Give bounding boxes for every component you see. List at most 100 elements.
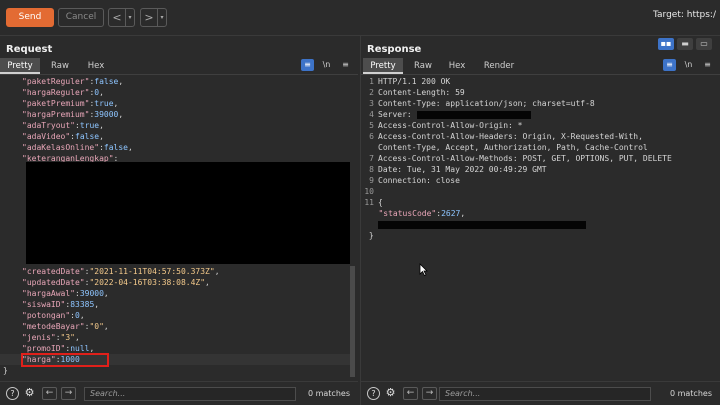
line-number: 10 [364,187,374,196]
top-toolbar: Send Cancel < ▾ > ▾ Target: https:/ [0,0,720,36]
response-tab-render[interactable]: Render [479,58,519,74]
settings-icon[interactable]: ⚙ [23,387,36,400]
response-search-input[interactable]: Search... [439,387,651,401]
request-tab-hex[interactable]: Hex [80,58,112,74]
back-arrow-icon[interactable]: ← [42,387,57,400]
response-redacted-line [361,219,720,230]
menu-icon[interactable]: ≡ [701,59,714,71]
response-status-line: "statusCode":2627, [378,209,466,218]
json-key: "adaTryout" [22,121,75,130]
request-search-input[interactable]: Search... [84,387,296,401]
request-scrollbar[interactable] [350,266,355,377]
back-dropdown-icon[interactable]: ▾ [125,9,134,26]
line-number: 7 [369,154,374,163]
forward-arrow-icon[interactable]: → [61,387,76,400]
response-line-text: Content-Length: 59 [378,88,465,97]
redacted-block [416,110,531,119]
response-line: 11 { [361,197,720,208]
json-comma: , [99,121,104,130]
status-value: 2627 [441,209,461,218]
json-comma: , [113,99,119,108]
layout-icon[interactable]: ▬ [677,38,693,50]
json-comma: , [118,110,124,119]
settings-icon[interactable]: ⚙ [384,387,397,400]
request-editor[interactable]: "paketReguler":false, "hargaReguler":0, "p… [0,76,358,377]
json-value: "0" [89,322,104,331]
history-back-group: < ▾ [108,8,135,27]
response-tab-raw[interactable]: Raw [407,58,439,74]
request-editor-tools: ≡ \n ≡ [301,59,352,71]
response-line: 1 HTTP/1.1 200 OK [361,76,720,87]
help-icon[interactable]: ? [367,387,380,400]
json-key: "paketPremium" [22,99,90,108]
wrap-icon[interactable]: ≡ [663,59,676,71]
newline-toggle-icon[interactable]: \n [320,59,333,71]
json-line: "paketReguler":false, [0,76,358,87]
json-comma: , [103,322,109,331]
response-line: 8 Date: Tue, 31 May 2022 00:49:29 GMT [361,164,720,175]
json-key: "hargaReguler" [22,88,90,97]
request-tab-raw[interactable]: Raw [44,58,76,74]
json-key: "hargaPremium" [22,110,90,119]
response-line: 4 Server: [361,109,720,120]
cancel-button[interactable]: Cancel [58,8,104,27]
forward-dropdown-icon[interactable]: ▾ [157,9,166,26]
request-match-count: 0 matches [307,389,350,398]
response-tab-hex[interactable]: Hex [441,58,473,74]
json-value: "3" [60,333,75,342]
json-key: "paketReguler" [22,77,90,86]
line-number: 1 [369,77,374,86]
request-tab-pretty[interactable]: Pretty [0,58,40,74]
response-line: 7 Access-Control-Allow-Methods: POST, GET… [361,153,720,164]
json-line: "hargaPremium":39000, [0,109,358,120]
layout-icon[interactable]: ▭ [696,38,712,50]
json-comma: , [99,132,104,141]
forward-arrow-icon[interactable]: > [141,9,157,26]
response-line-text: Content-Type: application/json; charset=… [378,99,595,108]
json-comma: , [94,300,100,309]
target-label[interactable]: Target: https:/ [653,10,716,20]
wrap-icon[interactable]: ≡ [301,59,314,71]
json-value: false [103,143,128,152]
response-line: 3 Content-Type: application/json; charset… [361,98,720,109]
response-line: 10 [361,186,720,197]
response-title: Response [367,44,422,55]
request-search-bar: ? ⚙ ← → Search... 0 matches [0,381,358,405]
layout-switcher: ▪▪ ▬ ▭ [658,38,712,50]
json-line: "createdDate":"2021-11-11T04:57:50.373Z"… [0,266,350,277]
redacted-block [378,220,587,229]
response-closing-line: } [368,231,374,240]
json-line: "potongan":0, [0,310,350,321]
json-comma: , [89,344,95,353]
back-arrow-icon[interactable]: ← [403,387,418,400]
json-key: "adaVideo" [22,132,71,141]
layout-icon[interactable]: ▪▪ [658,38,674,50]
response-line: 5 Access-Control-Allow-Origin: * [361,120,720,131]
json-line: "hargaReguler":0, [0,87,358,98]
forward-arrow-icon[interactable]: → [422,387,437,400]
json-value: true [94,99,114,108]
response-line-text: Connection: close [378,176,460,185]
response-editor[interactable]: 1 HTTP/1.1 200 OK 2 Content-Length: 59 3 Cont… [361,76,720,377]
newline-toggle-icon[interactable]: \n [682,59,695,71]
response-line: Content-Type, Accept, Authorization, Pat… [361,142,720,153]
json-comma: , [214,267,220,276]
menu-icon[interactable]: ≡ [339,59,352,71]
response-match-count: 0 matches [669,389,712,398]
json-comma: , [99,88,104,97]
json-comma: , [118,77,124,86]
json-value: null [70,344,90,353]
json-comma: , [75,333,80,342]
response-tab-pretty[interactable]: Pretty [363,58,403,74]
back-arrow-icon[interactable]: < [109,9,125,26]
line-number: 5 [369,121,374,130]
help-icon[interactable]: ? [6,387,19,400]
line-number: 6 [369,132,374,141]
request-title: Request [6,44,53,55]
response-line-text: Content-Type, Accept, Authorization, Pat… [378,143,648,152]
send-button[interactable]: Send [6,8,54,27]
json-key: "updatedDate" [22,278,85,287]
json-line: "adaKelasOnline":false, [0,142,358,153]
json-key: "createdDate" [22,267,85,276]
response-editor-tools: ≡ \n ≡ [663,59,714,71]
